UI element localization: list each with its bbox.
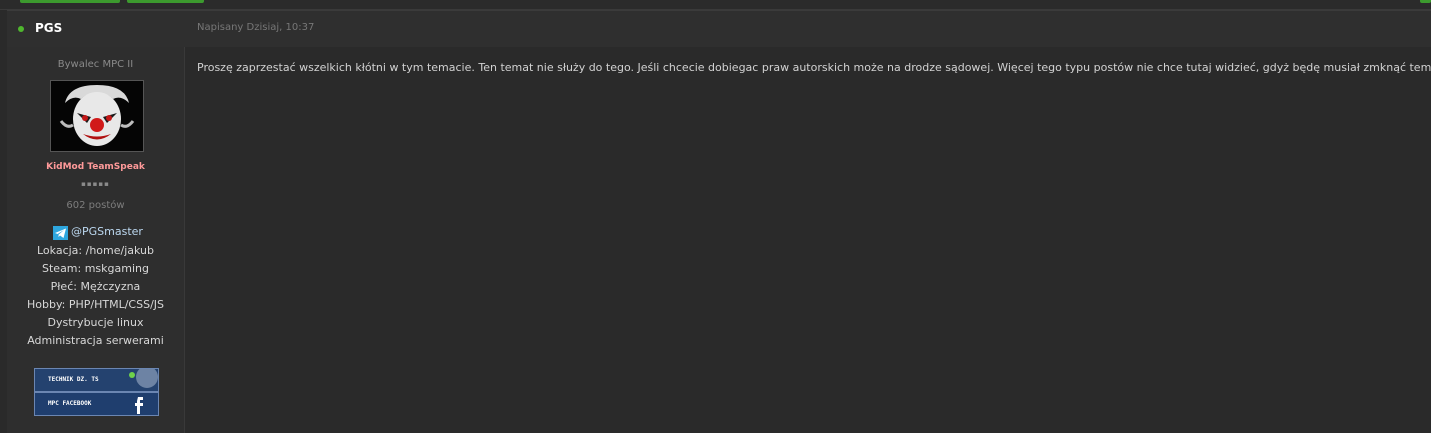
post-count: 602 postów (66, 200, 125, 211)
banner-technik-label: TECHNIK DZ. TS (48, 376, 99, 383)
post-header: PGS Napisany Dzisiaj, 10:37 (7, 10, 1431, 48)
top-button-right[interactable] (1420, 0, 1431, 3)
online-dot-icon (18, 26, 24, 32)
top-button-left[interactable] (20, 0, 120, 3)
reputation-pips: ▪▪▪▪▪ (81, 180, 110, 188)
top-bar (0, 0, 1431, 10)
banner-facebook[interactable]: MPC FACEBOOK (34, 392, 159, 416)
author-name[interactable]: PGS (35, 21, 62, 35)
banner-facebook-label: MPC FACEBOOK (48, 400, 92, 407)
profile-field-linux: Dystrybucje linux (47, 316, 144, 329)
banner-technik[interactable]: TECHNIK DZ. TS (34, 368, 159, 392)
post-date[interactable]: Napisany Dzisiaj, 10:37 (197, 22, 314, 33)
avatar[interactable] (50, 80, 144, 152)
member-rank: Bywalec MPC II (57, 59, 134, 70)
clown-avatar (51, 81, 143, 151)
telegram-line[interactable]: @PGSmaster (7, 225, 184, 241)
top-button-second[interactable] (127, 0, 204, 3)
post-text: Proszę zaprzestać wszelkich kłótni w tym… (197, 61, 1431, 74)
telegram-handle[interactable]: @PGSmaster (71, 225, 143, 238)
telegram-icon (53, 226, 68, 240)
member-group[interactable]: KidMod TeamSpeak (7, 162, 184, 172)
profile-field-location: Lokacja: /home/jakub (36, 244, 154, 257)
post-content: Proszę zaprzestać wszelkich kłótni w tym… (185, 47, 1431, 433)
profile-field-gender: Płeć: Mężczyzna (50, 280, 141, 293)
profile-field-hobby: Hobby: PHP/HTML/CSS/JS (26, 298, 165, 311)
profile-field-admin: Administracja serwerami (27, 334, 164, 347)
author-sidebar: Bywalec MPC II KidMod TeamSpeak ▪▪▪▪▪ 60… (7, 47, 185, 433)
profile-field-steam: Steam: mskgaming (42, 262, 149, 275)
